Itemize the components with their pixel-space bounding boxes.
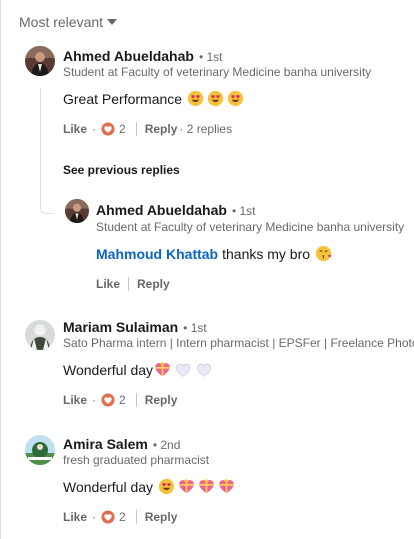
avatar-ahmed-reply[interactable] (65, 199, 89, 223)
avatar-photo (25, 320, 55, 350)
comment-3-body: Wonderful day (63, 478, 235, 495)
heart-reaction-icon[interactable] (101, 510, 115, 524)
gift-heart-emoji (154, 361, 171, 378)
comment-text: Wonderful day (63, 361, 154, 378)
like-button[interactable]: Like (63, 510, 87, 524)
author-name[interactable]: Mariam Sulaiman (63, 319, 178, 335)
connection-degree: • 1st (231, 204, 256, 218)
comment-2-actions: Like · 2 Reply (63, 392, 177, 408)
caret-down-icon (107, 19, 118, 25)
white-heart-emoji (196, 362, 212, 378)
heart-reaction-icon[interactable] (101, 122, 115, 136)
reply-button[interactable]: Reply (145, 510, 178, 524)
kiss-emoji (315, 245, 332, 262)
connection-degree: • 1st (183, 321, 207, 335)
author-headline: Student at Faculty of veterinary Medicin… (96, 220, 405, 234)
see-previous-replies-button[interactable]: See previous replies (63, 163, 180, 177)
reply-button[interactable]: Reply (145, 122, 178, 136)
comment-1-actions: Like · 2 Reply · 2 replies (63, 121, 232, 137)
thread-line (40, 88, 41, 204)
author-headline: fresh graduated pharmacist (63, 453, 210, 467)
dot-separator: · (92, 510, 97, 524)
avatar-photo (25, 46, 55, 76)
reply-text: thanks my bro (222, 245, 311, 262)
thread-connector (40, 204, 54, 214)
connection-degree: • 2nd (152, 438, 181, 452)
like-button[interactable]: Like (63, 122, 87, 136)
reply-body: Mahmoud Khattab thanks my bro (96, 245, 332, 262)
heart-eyes-emoji (158, 478, 175, 495)
reply-header: Ahmed Abueldahab • 1st (96, 202, 255, 218)
connection-degree: • 1st (198, 50, 223, 64)
avatar-mariam[interactable] (25, 320, 55, 350)
comment-1-header: Ahmed Abueldahab • 1st (63, 48, 222, 64)
reaction-count[interactable]: 2 (119, 510, 126, 524)
dot-separator: · (92, 122, 97, 136)
heart-eyes-emoji (227, 90, 244, 107)
reply-button[interactable]: Reply (145, 393, 178, 407)
like-button[interactable]: Like (63, 393, 87, 407)
heart-eyes-emoji (187, 90, 204, 107)
heart-eyes-emoji (207, 90, 224, 107)
white-heart-emoji (175, 362, 191, 378)
comment-2-body: Wonderful day (63, 361, 212, 378)
avatar-amira[interactable] (25, 435, 55, 465)
comment-text: Wonderful day (63, 478, 154, 495)
heart-reaction-icon[interactable] (101, 393, 115, 407)
reply-actions: Like Reply (96, 276, 170, 292)
reply-button[interactable]: Reply (137, 277, 170, 291)
author-name[interactable]: Amira Salem (63, 436, 148, 452)
comment-1-body: Great Performance (63, 90, 244, 107)
comment-2-header: Mariam Sulaiman • 1st (63, 319, 207, 335)
divider (135, 122, 137, 136)
comment-3-header: Amira Salem • 2nd (63, 436, 180, 452)
mention-link[interactable]: Mahmoud Khattab (96, 246, 218, 262)
author-name[interactable]: Ahmed Abueldahab (96, 202, 227, 218)
author-headline: Sato Pharma intern | Intern pharmacist |… (63, 336, 414, 350)
sort-label: Most relevant (19, 14, 104, 30)
like-button[interactable]: Like (96, 277, 120, 291)
replies-count[interactable]: · 2 replies (179, 122, 232, 136)
gift-heart-emoji (198, 478, 215, 495)
comment-text: Great Performance (63, 90, 183, 107)
avatar-ahmed[interactable] (25, 46, 55, 76)
reaction-count[interactable]: 2 (119, 393, 126, 407)
avatar-photo (65, 199, 89, 223)
avatar-photo (25, 435, 55, 465)
divider (135, 393, 137, 407)
divider (128, 277, 130, 291)
comment-3-actions: Like · 2 Reply (63, 509, 177, 525)
sort-dropdown[interactable]: Most relevant (19, 12, 118, 32)
gift-heart-emoji (218, 478, 235, 495)
author-headline: Student at Faculty of veterinary Medicin… (63, 65, 372, 79)
gift-heart-emoji (178, 478, 195, 495)
reaction-count[interactable]: 2 (119, 122, 126, 136)
dot-separator: · (92, 393, 97, 407)
panel-border (0, 0, 1, 539)
author-name[interactable]: Ahmed Abueldahab (63, 48, 194, 64)
divider (135, 510, 137, 524)
